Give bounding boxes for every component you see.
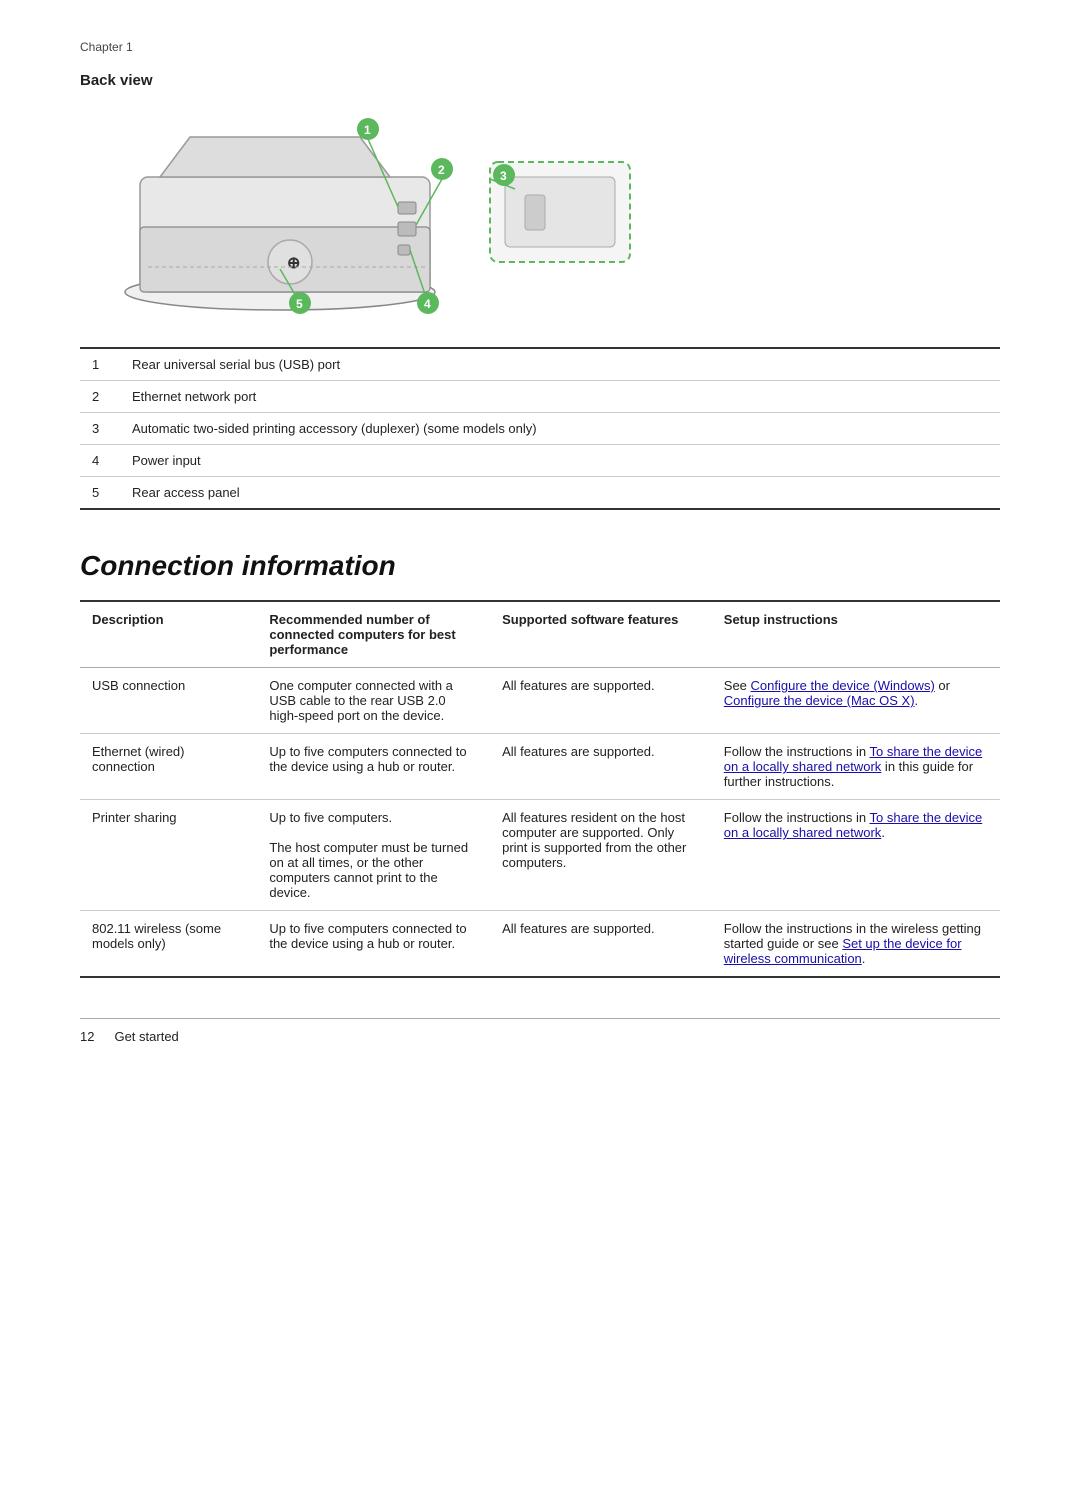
conn-description: Printer sharing: [80, 800, 257, 911]
conn-table-row: Ethernet (wired) connection Up to five c…: [80, 734, 1000, 800]
setup-link[interactable]: Configure the device (Mac OS X): [724, 693, 915, 708]
connection-table: Description Recommended number of connec…: [80, 600, 1000, 978]
part-number: 5: [80, 477, 120, 510]
col-header-description: Description: [80, 601, 257, 668]
connection-info-title: Connection information: [80, 550, 1000, 582]
svg-text:1: 1: [364, 123, 371, 137]
conn-setup: Follow the instructions in the wireless …: [712, 911, 1000, 978]
back-view-diagram: ⊕ 1 2 4 5: [80, 107, 640, 317]
part-description: Automatic two-sided printing accessory (…: [120, 413, 1000, 445]
conn-description: 802.11 wireless (some models only): [80, 911, 257, 978]
setup-link[interactable]: Set up the device for wireless communica…: [724, 936, 962, 966]
conn-recommended: Up to five computers connected to the de…: [257, 911, 490, 978]
conn-software: All features resident on the host comput…: [490, 800, 712, 911]
conn-recommended: One computer connected with a USB cable …: [257, 668, 490, 734]
part-description: Rear access panel: [120, 477, 1000, 510]
svg-text:3: 3: [500, 169, 507, 183]
parts-table-row: 1 Rear universal serial bus (USB) port: [80, 348, 1000, 381]
conn-description: USB connection: [80, 668, 257, 734]
part-number: 1: [80, 348, 120, 381]
conn-recommended: Up to five computers connected to the de…: [257, 734, 490, 800]
parts-table: 1 Rear universal serial bus (USB) port 2…: [80, 347, 1000, 510]
footer-text: Get started: [114, 1029, 178, 1044]
setup-link[interactable]: To share the device on a locally shared …: [724, 810, 982, 840]
conn-setup: Follow the instructions in To share the …: [712, 800, 1000, 911]
parts-table-row: 5 Rear access panel: [80, 477, 1000, 510]
svg-text:⊕: ⊕: [287, 255, 300, 272]
parts-table-row: 4 Power input: [80, 445, 1000, 477]
conn-software: All features are supported.: [490, 734, 712, 800]
part-number: 2: [80, 381, 120, 413]
conn-table-row: 802.11 wireless (some models only) Up to…: [80, 911, 1000, 978]
conn-setup: Follow the instructions in To share the …: [712, 734, 1000, 800]
chapter-label: Chapter 1: [80, 40, 1000, 54]
col-header-recommended: Recommended number of connected computer…: [257, 601, 490, 668]
back-view-title: Back view: [80, 72, 1000, 89]
svg-text:4: 4: [424, 297, 431, 311]
conn-software: All features are supported.: [490, 911, 712, 978]
setup-link[interactable]: Configure the device (Windows): [751, 678, 935, 693]
part-description: Power input: [120, 445, 1000, 477]
parts-table-row: 3 Automatic two-sided printing accessory…: [80, 413, 1000, 445]
conn-software: All features are supported.: [490, 668, 712, 734]
conn-recommended: Up to five computers.The host computer m…: [257, 800, 490, 911]
footer: 12 Get started: [80, 1018, 1000, 1044]
svg-text:2: 2: [438, 163, 445, 177]
conn-table-row: Printer sharing Up to five computers.The…: [80, 800, 1000, 911]
part-description: Rear universal serial bus (USB) port: [120, 348, 1000, 381]
conn-table-row: USB connection One computer connected wi…: [80, 668, 1000, 734]
conn-setup: See Configure the device (Windows) or Co…: [712, 668, 1000, 734]
part-number: 3: [80, 413, 120, 445]
conn-description: Ethernet (wired) connection: [80, 734, 257, 800]
setup-link[interactable]: To share the device on a locally shared …: [724, 744, 982, 774]
svg-text:5: 5: [296, 297, 303, 311]
footer-page-number: 12: [80, 1029, 94, 1044]
part-description: Ethernet network port: [120, 381, 1000, 413]
parts-table-row: 2 Ethernet network port: [80, 381, 1000, 413]
part-number: 4: [80, 445, 120, 477]
col-header-setup: Setup instructions: [712, 601, 1000, 668]
col-header-software: Supported software features: [490, 601, 712, 668]
printer-diagram-svg: ⊕ 1 2 4 5: [80, 107, 640, 317]
